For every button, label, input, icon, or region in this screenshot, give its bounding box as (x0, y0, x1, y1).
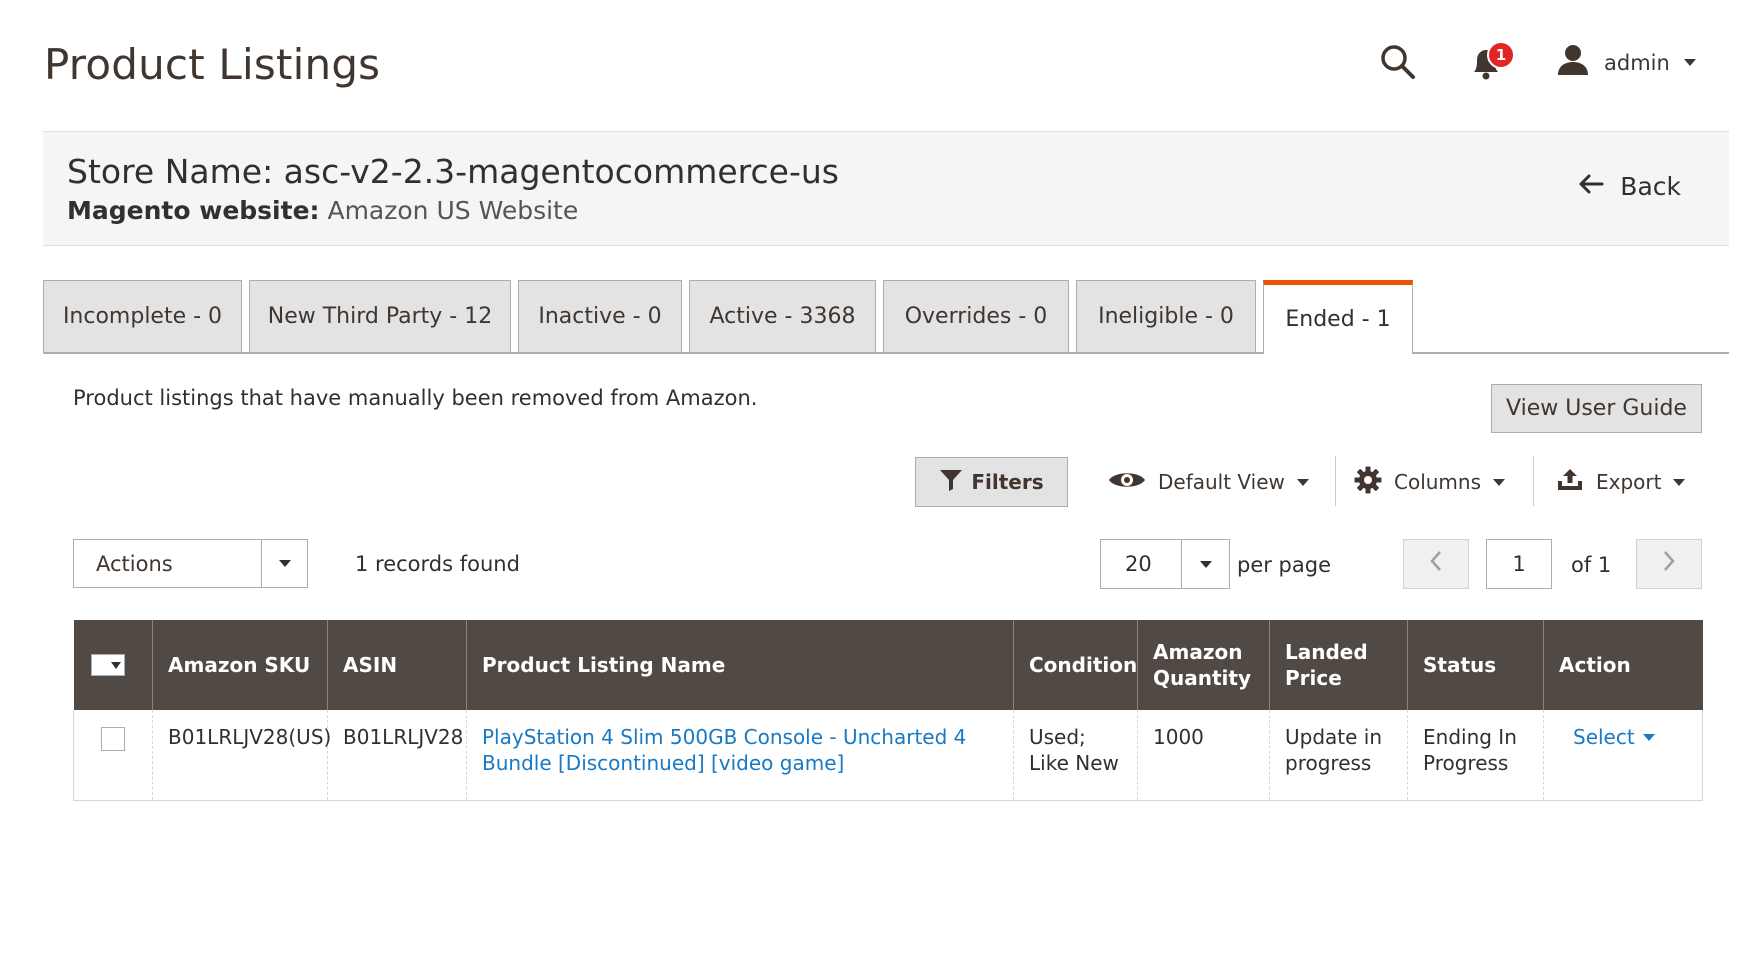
eye-icon (1108, 469, 1146, 496)
arrow-left-icon (1578, 172, 1604, 201)
website-label: Magento website: (67, 196, 320, 225)
chevron-down-icon (1493, 478, 1506, 486)
select-all-checkbox[interactable] (90, 654, 125, 676)
current-page-input[interactable] (1486, 539, 1552, 589)
actions-label: Actions (96, 551, 173, 576)
column-amazon-sku[interactable]: Amazon SKU (152, 620, 328, 710)
per-page-label: per page (1237, 553, 1332, 577)
chevron-down-icon (1673, 478, 1686, 486)
table-header-row: Amazon SKU ASIN Product Listing Name Con… (73, 620, 1703, 710)
chevron-left-icon (1429, 549, 1443, 579)
cell-landed-price: Update in progress (1269, 710, 1408, 801)
tab-new-third-party[interactable]: New Third Party - 12 (249, 280, 511, 352)
back-label: Back (1620, 172, 1681, 201)
tab-incomplete[interactable]: Incomplete - 0 (43, 280, 242, 352)
user-icon (1556, 44, 1590, 81)
page-title: Product Listings (44, 40, 381, 89)
column-amazon-quantity[interactable]: Amazon Quantity (1137, 620, 1270, 710)
column-landed-price[interactable]: Landed Price (1269, 620, 1408, 710)
store-name: Store Name: asc-v2-2.3-magentocommerce-u… (67, 152, 839, 191)
default-view-dropdown[interactable]: Default View (1108, 462, 1309, 502)
chevron-down-icon (1642, 733, 1655, 741)
filter-icon (939, 469, 963, 496)
table-row: B01LRLJV28(US) B01LRLJV28 PlayStation 4 … (73, 710, 1703, 801)
website-value: Amazon US Website (319, 196, 579, 225)
listings-table: Amazon SKU ASIN Product Listing Name Con… (73, 620, 1703, 801)
cell-amazon-quantity: 1000 (1137, 710, 1270, 801)
tab-ended[interactable]: Ended - 1 (1263, 280, 1413, 354)
per-page-select[interactable]: 20 (1100, 539, 1230, 589)
export-icon (1556, 468, 1584, 497)
column-asin[interactable]: ASIN (327, 620, 467, 710)
default-view-label: Default View (1158, 470, 1285, 494)
notification-badge: 1 (1487, 41, 1515, 69)
cell-condition: Used; Like New (1013, 710, 1138, 801)
tab-overrides[interactable]: Overrides - 0 (883, 280, 1069, 352)
cell-asin: B01LRLJV28 (327, 710, 467, 801)
column-product-listing-name[interactable]: Product Listing Name (466, 620, 1014, 710)
page-count: of 1 (1571, 553, 1612, 577)
search-icon[interactable] (1378, 42, 1418, 82)
listing-tabs: Incomplete - 0 New Third Party - 12 Inac… (43, 280, 1729, 354)
column-action: Action (1543, 620, 1703, 710)
back-button[interactable]: Back (1578, 172, 1681, 201)
gear-icon (1354, 466, 1382, 499)
chevron-down-icon (1683, 59, 1696, 66)
magento-website: Magento website: Amazon US Website (67, 196, 578, 225)
store-info-panel: Store Name: asc-v2-2.3-magentocommerce-u… (43, 131, 1729, 246)
export-dropdown[interactable]: Export (1556, 462, 1686, 502)
chevron-down-icon (1181, 540, 1229, 588)
column-status[interactable]: Status (1407, 620, 1544, 710)
view-user-guide-button[interactable]: View User Guide (1491, 384, 1702, 433)
row-select-cell (73, 710, 153, 801)
select-all-column (73, 620, 153, 710)
columns-label: Columns (1394, 470, 1482, 494)
cell-product-listing-name: PlayStation 4 Slim 500GB Console - Uncha… (466, 710, 1014, 801)
chevron-down-icon (261, 540, 307, 587)
product-listing-link[interactable]: PlayStation 4 Slim 500GB Console - Uncha… (482, 725, 966, 775)
filters-button[interactable]: Filters (915, 457, 1068, 507)
records-found: 1 records found (355, 552, 520, 576)
cell-amazon-sku: B01LRLJV28(US) (152, 710, 331, 801)
user-menu[interactable]: admin (1556, 44, 1696, 81)
row-action-select[interactable]: Select (1573, 724, 1655, 750)
row-action-label: Select (1573, 725, 1635, 749)
actions-dropdown[interactable]: Actions (73, 539, 308, 588)
tab-active[interactable]: Active - 3368 (689, 280, 876, 352)
tab-description: Product listings that have manually been… (73, 386, 758, 410)
cell-status: Ending In Progress (1407, 710, 1544, 801)
chevron-right-icon (1662, 549, 1676, 579)
export-label: Export (1596, 470, 1662, 494)
column-condition[interactable]: Condition (1013, 620, 1138, 710)
chevron-down-icon (110, 661, 121, 669)
cell-action: Select (1543, 710, 1703, 801)
row-checkbox[interactable] (101, 727, 125, 751)
user-name: admin (1604, 50, 1670, 75)
chevron-down-icon (1296, 478, 1309, 486)
tab-inactive[interactable]: Inactive - 0 (518, 280, 682, 352)
previous-page-button[interactable] (1403, 539, 1469, 589)
next-page-button[interactable] (1636, 539, 1702, 589)
toolbar-divider (1335, 456, 1336, 506)
filters-label: Filters (971, 470, 1044, 494)
columns-dropdown[interactable]: Columns (1354, 462, 1506, 502)
toolbar-divider (1533, 456, 1534, 506)
tab-ineligible[interactable]: Ineligible - 0 (1076, 280, 1256, 352)
per-page-value: 20 (1125, 552, 1152, 576)
